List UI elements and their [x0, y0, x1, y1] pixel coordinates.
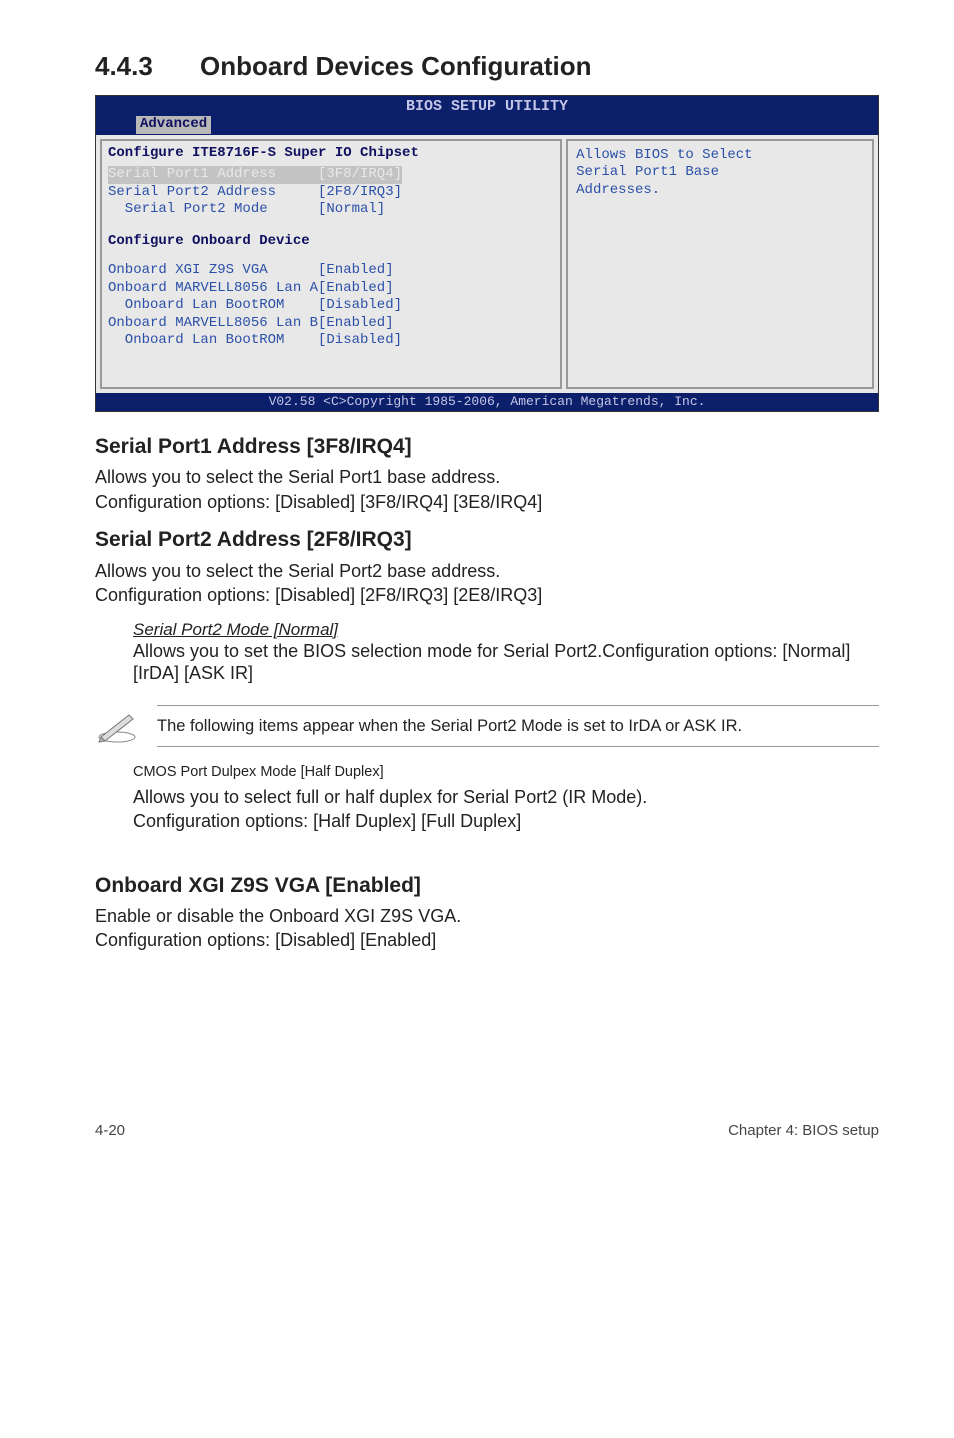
bios-value: [Disabled] — [318, 297, 402, 315]
body-text: Configuration options: [Half Duplex] [Fu… — [133, 810, 879, 833]
bios-left-pane: Configure ITE8716F-S Super IO Chipset Se… — [100, 139, 562, 389]
bios-value: [Enabled] — [318, 262, 394, 280]
bios-value: [3F8/IRQ4] — [318, 166, 402, 184]
body-text: Allows you to select the Serial Port1 ba… — [95, 466, 879, 489]
note-row: The following items appear when the Seri… — [95, 705, 879, 748]
bios-tab-row: Advanced — [96, 116, 878, 135]
bios-right-pane: Allows BIOS to Select Serial Port1 Base … — [566, 139, 874, 389]
serial-port2-mode-heading: Serial Port2 Mode [Normal] — [133, 619, 879, 640]
bios-row: Onboard MARVELL8056 Lan B[Enabled] — [108, 315, 554, 333]
pencil-icon — [95, 709, 139, 743]
cmos-block: Allows you to select full or half duplex… — [133, 786, 879, 833]
bios-row: Serial Port2 Address[2F8/IRQ3] — [108, 184, 554, 202]
bios-body: Configure ITE8716F-S Super IO Chipset Se… — [96, 135, 878, 393]
body-text: Enable or disable the Onboard XGI Z9S VG… — [95, 905, 879, 928]
bios-label: Onboard Lan BootROM — [108, 297, 318, 315]
body-text: Configuration options: [Disabled] [2F8/I… — [95, 584, 879, 607]
bios-row: Onboard XGI Z9S VGA[Enabled] — [108, 262, 554, 280]
bios-label: Serial Port1 Address — [108, 166, 318, 184]
section-number: 4.4.3 — [95, 50, 200, 83]
body-text: Configuration options: [Disabled] [Enabl… — [95, 929, 879, 952]
spacer — [108, 254, 554, 262]
serial-port2-heading: Serial Port2 Address [2F8/IRQ3] — [95, 527, 879, 553]
body-text: Allows you to select the Serial Port2 ba… — [95, 560, 879, 583]
bios-row: Onboard Lan BootROM[Disabled] — [108, 297, 554, 315]
bios-row: Serial Port1 Address[3F8/IRQ4] — [108, 166, 554, 184]
bios-label: Serial Port2 Address — [108, 184, 318, 202]
section-title: Onboard Devices Configuration — [200, 51, 592, 81]
bios-value: [Disabled] — [318, 332, 402, 350]
body-text: Allows you to select full or half duplex… — [133, 786, 879, 809]
spacer — [108, 219, 554, 233]
bios-footer: V02.58 <C>Copyright 1985-2006, American … — [96, 393, 878, 411]
bios-help-text: Allows BIOS to Select Serial Port1 Base … — [576, 147, 864, 200]
bios-row: Serial Port2 Mode[Normal] — [108, 201, 554, 219]
serial-port1-heading: Serial Port1 Address [3F8/IRQ4] — [95, 434, 879, 460]
bios-value: [Enabled] — [318, 315, 394, 333]
bios-label: Onboard XGI Z9S VGA — [108, 262, 318, 280]
bios-row: Onboard MARVELL8056 Lan A[Enabled] — [108, 280, 554, 298]
note-text: The following items appear when the Seri… — [157, 716, 879, 737]
bios-value: [Normal] — [318, 201, 385, 219]
bios-screenshot: BIOS SETUP UTILITY Advanced Configure IT… — [95, 95, 879, 413]
section-heading: 4.4.3Onboard Devices Configuration — [95, 50, 879, 83]
serial-port2-mode-block: Serial Port2 Mode [Normal] Allows you to… — [133, 619, 879, 685]
bios-label: Serial Port2 Mode — [108, 201, 318, 219]
xgi-heading: Onboard XGI Z9S VGA [Enabled] — [95, 873, 879, 899]
chapter-label: Chapter 4: BIOS setup — [728, 1122, 879, 1141]
bios-label: Onboard MARVELL8056 Lan B — [108, 315, 318, 333]
bios-section-header: Configure ITE8716F-S Super IO Chipset — [108, 145, 554, 163]
body-text: Configuration options: [Disabled] [3F8/I… — [95, 491, 879, 514]
bios-value: [Enabled] — [318, 280, 394, 298]
note-text-wrap: The following items appear when the Seri… — [157, 705, 879, 748]
bios-label: Onboard MARVELL8056 Lan A — [108, 280, 318, 298]
bios-tab-advanced: Advanced — [136, 116, 211, 134]
bios-value: [2F8/IRQ3] — [318, 184, 402, 202]
cmos-heading: CMOS Port Dulpex Mode [Half Duplex] — [133, 763, 879, 781]
bios-row: Onboard Lan BootROM[Disabled] — [108, 332, 554, 350]
body-text: Allows you to set the BIOS selection mod… — [133, 640, 879, 685]
page-footer: 4-20 Chapter 4: BIOS setup — [95, 1122, 879, 1141]
bios-label: Onboard Lan BootROM — [108, 332, 318, 350]
page-number: 4-20 — [95, 1122, 125, 1141]
bios-section-header: Configure Onboard Device — [108, 233, 554, 251]
bios-title: BIOS SETUP UTILITY — [96, 96, 878, 117]
